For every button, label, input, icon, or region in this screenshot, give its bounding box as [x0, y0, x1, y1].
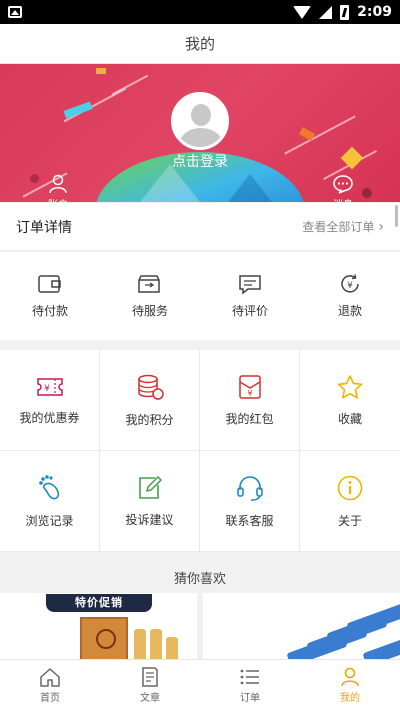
avatar-head — [191, 104, 211, 126]
tab-label: 首页 — [40, 693, 60, 704]
decor-confetti — [63, 101, 93, 119]
globe-facet — [225, 174, 275, 202]
product-card[interactable]: 特价促销 — [0, 593, 197, 659]
status-indicators: 2:09 — [293, 4, 392, 20]
order-item-label: 退款 — [337, 303, 362, 318]
tab-label: 我的 — [340, 693, 360, 704]
chevron-right-icon: › — [378, 218, 384, 235]
svg-text:¥: ¥ — [247, 389, 252, 398]
tab-label: 订单 — [240, 693, 260, 704]
bottom-tab-bar: 首页 文章 订单 我的 — [0, 659, 400, 711]
image-notification-icon — [8, 6, 22, 18]
feedback-entry[interactable]: 投诉建议 — [100, 451, 200, 552]
grid-item-label: 投诉建议 — [125, 512, 174, 527]
product-image — [362, 633, 400, 659]
order-refund[interactable]: ¥ 退款 — [300, 252, 400, 340]
edit-icon — [138, 475, 162, 499]
decor-confetti — [96, 68, 106, 74]
recommend-title-text: 猜你喜欢 — [173, 571, 226, 587]
favorites-entry[interactable]: 收藏 — [300, 350, 400, 451]
points-entry[interactable]: 我的积分 — [100, 350, 200, 451]
message-label: 消息 — [333, 200, 353, 202]
account-label: 账户 — [48, 200, 68, 202]
order-status-row: 待付款 待服务 待评价 ¥ 退款 — [0, 252, 400, 340]
wifi-icon — [293, 5, 312, 19]
avatar-body — [180, 128, 222, 147]
view-all-orders-link[interactable]: 查看全部订单 — [302, 218, 374, 235]
info-icon — [337, 475, 363, 500]
title-bar: 我的 — [0, 24, 400, 64]
home-icon — [40, 668, 60, 687]
tab-orders[interactable]: 订单 — [200, 660, 300, 711]
svg-text:¥: ¥ — [347, 281, 353, 291]
grid-item-label: 我的优惠券 — [19, 410, 80, 425]
red-envelope-icon: ¥ — [238, 374, 261, 399]
scrollbar-thumb[interactable] — [395, 205, 398, 227]
tab-label: 文章 — [140, 693, 160, 704]
order-header: 订单详情 查看全部订单 › — [0, 203, 400, 251]
product-list: 特价促销 — [0, 593, 400, 659]
refund-icon: ¥ — [341, 273, 359, 293]
wallet-icon — [38, 274, 61, 293]
order-item-label: 待服务 — [131, 303, 168, 318]
signal-icon — [319, 5, 333, 19]
order-pending-payment[interactable]: 待付款 — [0, 252, 100, 340]
grid-item-label: 浏览记录 — [25, 513, 74, 528]
login-link[interactable]: 点击登录 — [0, 151, 400, 171]
status-bar: 2:09 — [0, 0, 400, 24]
order-pending-service[interactable]: 待服务 — [100, 252, 200, 340]
user-icon — [341, 667, 359, 687]
tab-mine[interactable]: 我的 — [300, 660, 400, 711]
footprint-icon — [38, 474, 59, 499]
account-icon — [49, 174, 67, 194]
article-icon — [142, 667, 158, 687]
product-card[interactable] — [203, 593, 400, 659]
message-icon — [333, 175, 353, 194]
service-box-icon — [138, 274, 160, 293]
about-entry[interactable]: 关于 — [300, 451, 400, 552]
product-jar — [150, 629, 162, 659]
grid-item-label: 联系客服 — [225, 513, 274, 528]
recommend-title: 猜你喜欢 — [0, 561, 400, 593]
comment-icon — [239, 274, 261, 294]
page-title: 我的 — [184, 35, 215, 53]
red-envelope-entry[interactable]: ¥ 我的红包 — [200, 350, 300, 451]
services-grid: ¥ 我的优惠券 我的积分 ¥ 我的红包 收藏 浏览记录 投诉建议 联系客服 关于 — [0, 350, 400, 552]
points-coins-icon — [137, 374, 164, 400]
promo-badge: 特价促销 — [46, 594, 152, 612]
customer-service-entry[interactable]: 联系客服 — [200, 451, 300, 552]
account-button[interactable]: 账户 — [38, 174, 78, 202]
headset-icon — [236, 475, 263, 501]
svg-text:¥: ¥ — [44, 384, 50, 394]
avatar[interactable] — [171, 92, 229, 150]
decor-streak — [111, 74, 149, 96]
status-time: 2:09 — [357, 4, 392, 20]
grid-item-label: 关于 — [337, 513, 362, 528]
tab-home[interactable]: 首页 — [0, 660, 100, 711]
decor-confetti — [362, 188, 372, 198]
coupon-entry[interactable]: ¥ 我的优惠券 — [0, 350, 100, 451]
product-jar — [134, 629, 146, 659]
star-icon — [337, 374, 363, 399]
grid-item-label: 我的红包 — [225, 411, 274, 426]
product-jar — [166, 637, 178, 659]
list-icon — [240, 669, 259, 685]
order-section-title: 订单详情 — [16, 219, 72, 236]
product-image — [346, 603, 400, 637]
grid-item-label: 收藏 — [337, 411, 362, 426]
grid-item-label: 我的积分 — [125, 412, 174, 427]
decor-streak — [284, 115, 356, 155]
order-item-label: 待付款 — [31, 303, 68, 318]
order-pending-review[interactable]: 待评价 — [200, 252, 300, 340]
coupon-icon: ¥ — [36, 377, 63, 396]
order-item-label: 待评价 — [231, 303, 268, 318]
product-image — [80, 617, 128, 659]
tab-article[interactable]: 文章 — [100, 660, 200, 711]
history-entry[interactable]: 浏览记录 — [0, 451, 100, 552]
message-button[interactable]: 消息 — [323, 174, 363, 202]
battery-icon — [340, 4, 350, 20]
